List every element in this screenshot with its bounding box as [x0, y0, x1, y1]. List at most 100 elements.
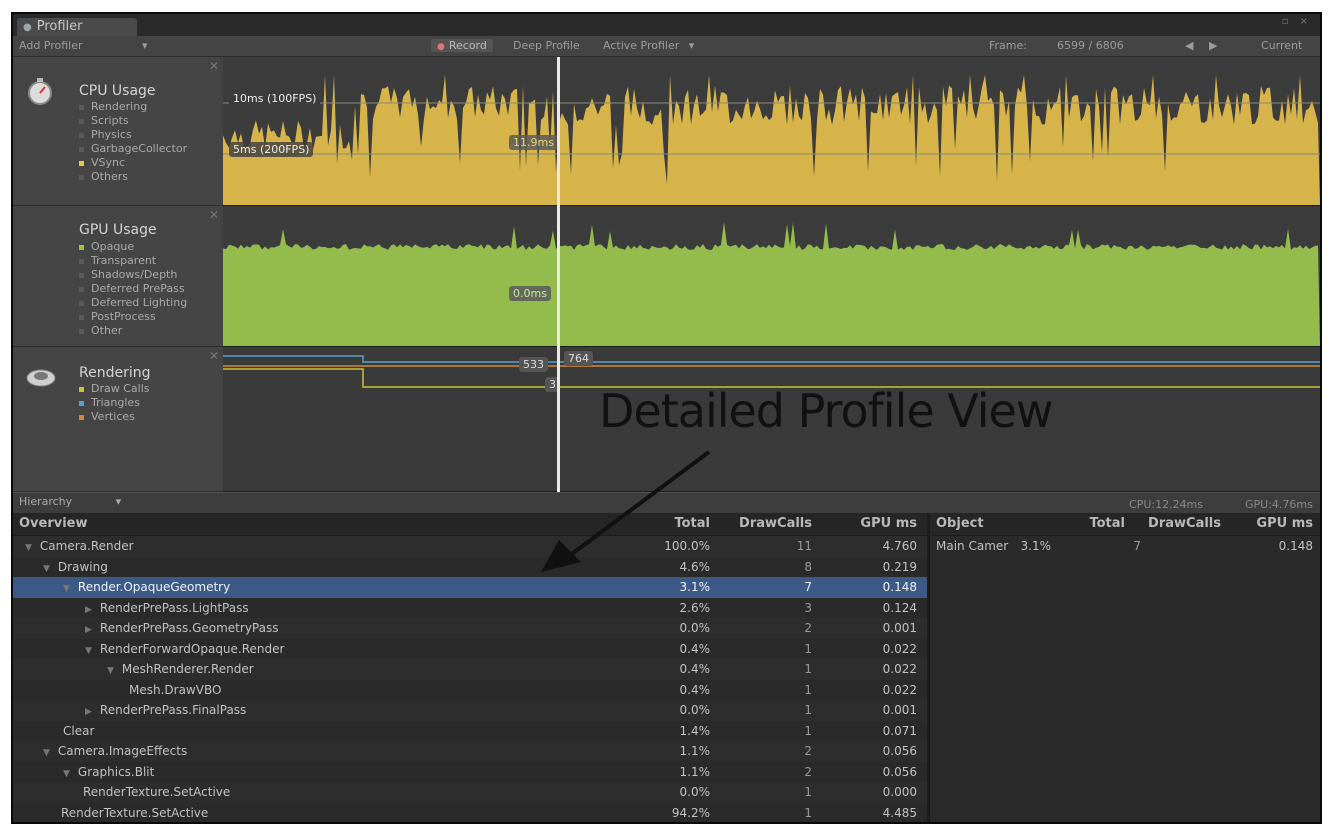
table-row[interactable]: Mesh.DrawVBO 0.4% 1 0.022	[13, 680, 927, 701]
expand-triangle-icon[interactable]: ▼	[85, 646, 92, 656]
table-row[interactable]: ▼ Camera.Render 100.0% 11 4.760	[13, 536, 927, 557]
rendering-legend-item[interactable]: Triangles	[79, 396, 150, 410]
column-object-total[interactable]: Total	[1089, 516, 1125, 531]
cpu-5ms-line-label: 5ms (200FPS)	[229, 142, 314, 157]
rendering-panel[interactable]: Rendering Draw Calls Triangles Vertices ✕	[13, 347, 223, 492]
table-row[interactable]: ▼ MeshRenderer.Render 0.4% 1 0.022	[13, 659, 927, 680]
expand-triangle-icon[interactable]: ▼	[63, 584, 70, 594]
expand-triangle-icon[interactable]: ▼	[25, 543, 32, 553]
active-profiler-label: Active Profiler	[603, 39, 680, 52]
table-row[interactable]: RenderTexture.SetActive 94.2% 1 4.485	[13, 803, 927, 823]
legend-label: VSync	[91, 156, 126, 169]
expand-triangle-icon[interactable]: ▼	[63, 769, 70, 779]
close-icon[interactable]: ✕	[209, 208, 219, 222]
cpu-legend-item[interactable]: Others	[79, 170, 187, 184]
previous-frame-button[interactable]: ◀	[1185, 39, 1193, 52]
hierarchy-dropdown[interactable]: Hierarchy ▾	[19, 495, 121, 508]
gpu-legend-item[interactable]: Deferred Lighting	[79, 296, 187, 310]
cpu-legend-item[interactable]: Scripts	[79, 114, 187, 128]
cpu-legend-item[interactable]: Physics	[79, 128, 187, 142]
table-row[interactable]: ▼ Render.OpaqueGeometry 3.1% 7 0.148	[13, 577, 927, 598]
legend-swatch	[79, 146, 84, 152]
add-profiler-dropdown[interactable]: Add Profiler ▾	[19, 39, 148, 52]
cpu-legend-item[interactable]: Rendering	[79, 100, 187, 114]
row-total: 94.2%	[671, 805, 710, 820]
table-row[interactable]: ▼ Drawing 4.6% 8 0.219	[13, 557, 927, 578]
gpu-legend-item[interactable]: Transparent	[79, 254, 187, 268]
row-total: 1.1%	[679, 744, 711, 758]
legend-label: Deferred PrePass	[91, 282, 185, 295]
gpu-legend-item[interactable]: Other	[79, 324, 187, 338]
legend-label: PostProcess	[91, 310, 156, 323]
table-row[interactable]: ▶ RenderPrePass.FinalPass 0.0% 1 0.001	[13, 700, 927, 721]
profiler-tab[interactable]: ● Profiler	[17, 18, 137, 36]
row-label: Drawing	[57, 559, 108, 574]
deep-profile-button[interactable]: Deep Profile	[513, 39, 580, 52]
cpu-legend-item[interactable]: VSync	[79, 156, 187, 170]
collapse-triangle-icon[interactable]: ▶	[85, 707, 92, 717]
hierarchy-table: Overview Total DrawCalls GPU ms ▼ Camera.…	[13, 513, 927, 822]
expand-triangle-icon[interactable]: ▼	[43, 748, 50, 758]
next-frame-button[interactable]: ▶	[1209, 39, 1217, 52]
current-frame-button[interactable]: Current	[1261, 39, 1302, 52]
row-label: Mesh.DrawVBO	[129, 682, 222, 697]
cpu-usage-title: CPU Usage	[79, 83, 156, 99]
expand-triangle-icon[interactable]: ▼	[107, 666, 114, 676]
row-total: 1.4%	[679, 723, 711, 738]
cpu-time-readout: CPU:12.24ms	[1129, 498, 1204, 511]
gpu-legend-item[interactable]: Deferred PrePass	[79, 282, 187, 296]
cpu-usage-graph[interactable]: 10ms (100FPS) 5ms (200FPS) 11.9ms	[223, 57, 1320, 205]
collapse-triangle-icon[interactable]: ▶	[85, 625, 92, 635]
table-row[interactable]: ▼ Graphics.Blit 1.1% 2 0.056	[13, 762, 927, 783]
record-icon: ●	[437, 42, 445, 52]
table-row[interactable]: ▶ RenderPrePass.GeometryPass 0.0% 2 0.001	[13, 618, 927, 639]
table-row[interactable]: Clear 1.4% 1 0.071	[13, 721, 927, 742]
rendering-legend-item[interactable]: Draw Calls	[79, 382, 150, 396]
active-profiler-dropdown[interactable]: Active Profiler ▾	[603, 39, 694, 52]
object-drawcalls: 7	[1133, 539, 1141, 553]
row-gpu-ms: 0.001	[882, 703, 917, 717]
expand-triangle-icon[interactable]: ▼	[43, 564, 50, 574]
table-row[interactable]: ▶ RenderPrePass.LightPass 2.6% 3 0.124	[13, 598, 927, 619]
close-icon[interactable]: ✕	[209, 349, 219, 363]
row-total: 3.1%	[679, 580, 711, 594]
column-object-gpu-ms[interactable]: GPU ms	[1256, 516, 1313, 531]
table-row[interactable]: ▼ Camera.ImageEffects 1.1% 2 0.056	[13, 741, 927, 762]
gpu-usage-panel[interactable]: GPU Usage Opaque Transparent Shadows/Depth…	[13, 206, 223, 347]
object-row[interactable]: Main Camer 3.1% 7 0.148	[930, 536, 1320, 557]
close-icon[interactable]: ✕	[209, 59, 219, 73]
record-button[interactable]: ● Record	[431, 39, 493, 52]
row-name: Mesh.DrawVBO	[129, 683, 221, 697]
gpu-legend-item[interactable]: PostProcess	[79, 310, 187, 324]
cpu-10ms-line-label: 10ms (100FPS)	[229, 91, 321, 106]
legend-label: Triangles	[91, 396, 140, 409]
rendering-legend-item[interactable]: Vertices	[79, 410, 150, 424]
column-gpu-ms[interactable]: GPU ms	[860, 516, 917, 531]
gpu-usage-graph[interactable]: 0.0ms	[223, 206, 1320, 346]
row-name: ▼ Drawing	[43, 560, 108, 574]
legend-swatch	[79, 400, 84, 406]
row-drawcalls: 1	[804, 785, 812, 799]
legend-label: Draw Calls	[91, 382, 150, 395]
legend-swatch	[79, 160, 84, 166]
table-row[interactable]: ▼ RenderForwardOpaque.Render 0.4% 1 0.022	[13, 639, 927, 660]
frame-cursor[interactable]	[557, 57, 560, 492]
column-drawcalls[interactable]: DrawCalls	[739, 516, 812, 531]
gpu-legend-item[interactable]: Shadows/Depth	[79, 268, 187, 282]
cpu-legend-item[interactable]: GarbageCollector	[79, 142, 187, 156]
column-object-drawcalls[interactable]: DrawCalls	[1148, 516, 1221, 531]
column-object[interactable]: Object	[936, 516, 984, 531]
window-controls[interactable]: ▫ ×	[1282, 16, 1312, 27]
rendering-value-533: 533	[519, 357, 548, 372]
gpu-cursor-value: 0.0ms	[509, 286, 551, 301]
cpu-usage-panel[interactable]: CPU Usage Rendering Scripts Physics Garbage…	[13, 57, 223, 206]
title-bar: ● Profiler ▫ ×	[13, 14, 1320, 36]
cpu-usage-area	[223, 75, 1320, 205]
column-overview[interactable]: Overview	[19, 516, 88, 531]
row-name: ▶ RenderPrePass.FinalPass	[85, 703, 246, 717]
row-gpu-ms: 0.022	[882, 641, 917, 656]
gpu-legend-item[interactable]: Opaque	[79, 240, 187, 254]
table-row[interactable]: RenderTexture.SetActive 0.0% 1 0.000	[13, 782, 927, 803]
collapse-triangle-icon[interactable]: ▶	[85, 605, 92, 615]
legend-label: Shadows/Depth	[91, 268, 178, 281]
